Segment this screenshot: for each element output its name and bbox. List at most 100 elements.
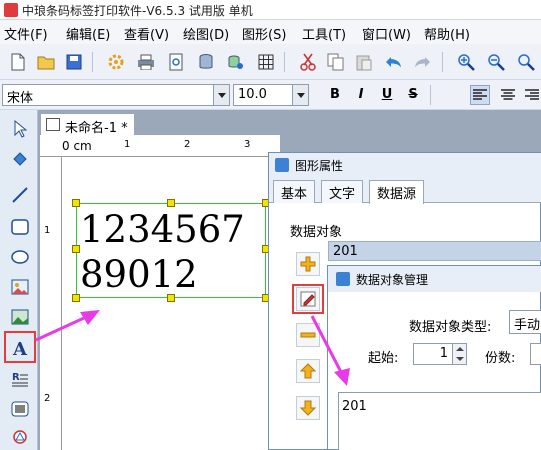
print-preview-icon[interactable] — [166, 52, 186, 72]
dialog-title-bar: 数据对象管理 — [328, 266, 541, 292]
document-icon — [46, 118, 60, 131]
tool-box: A R — [0, 110, 38, 450]
menu-view[interactable]: 查看(V) — [124, 24, 169, 43]
ruler-tick-label: 3 — [244, 139, 251, 150]
app-logo-icon — [4, 3, 18, 17]
dialog-app-icon — [336, 272, 350, 286]
strikethrough-button[interactable]: S — [404, 87, 422, 102]
align-left-icon[interactable] — [470, 85, 490, 105]
print-icon[interactable] — [136, 52, 156, 72]
start-label: 起始: — [368, 351, 399, 366]
align-center-icon[interactable] — [498, 85, 518, 105]
menu-window[interactable]: 窗口(W) — [362, 24, 411, 43]
zoom-out-icon[interactable] — [486, 52, 506, 72]
database-setting-icon[interactable] — [226, 52, 246, 72]
selection-handle[interactable] — [167, 294, 175, 302]
ellipse-tool-icon[interactable] — [9, 246, 31, 268]
zoom-in-icon[interactable] — [456, 52, 476, 72]
tab-datasource[interactable]: 数据源 — [369, 180, 425, 204]
title-bar: 中琅条码标签打印软件-V6.5.3 试用版 单机 — [0, 0, 541, 20]
settings-gear-icon[interactable] — [106, 52, 126, 72]
ruler-origin-label: 0 cm — [62, 139, 92, 153]
menu-bar: 文件(F) 编辑(E) 查看(V) 绘图(D) 图形(S) 工具(T) 窗口(W… — [0, 20, 541, 44]
add-data-object-button[interactable] — [296, 252, 320, 276]
document-tab-title: 未命名-1 * — [65, 121, 128, 136]
selection-handle[interactable] — [72, 294, 80, 302]
spin-arrows-icon[interactable] — [452, 344, 466, 364]
rectangle-tool-icon[interactable] — [9, 216, 31, 238]
menu-edit[interactable]: 编辑(E) — [66, 24, 110, 43]
save-icon[interactable] — [64, 52, 84, 72]
ruler-tick-label: 2 — [44, 393, 51, 404]
move-down-button[interactable] — [296, 396, 320, 420]
data-object-section-label: 数据对象 — [290, 225, 343, 240]
undo-icon[interactable] — [384, 52, 404, 72]
font-name-select[interactable]: 宋体 — [2, 84, 230, 106]
toolbar-separator — [442, 52, 443, 72]
image-tool-icon[interactable] — [9, 276, 31, 298]
window-title: 中琅条码标签打印软件-V6.5.3 试用版 单机 — [22, 4, 253, 18]
data-object-list-item[interactable]: 201 — [328, 241, 541, 261]
open-folder-icon[interactable] — [36, 52, 56, 72]
align-right-icon[interactable] — [522, 85, 541, 105]
main-toolbar — [0, 44, 541, 80]
data-object-type-value: 手动 — [514, 318, 541, 333]
paste-icon[interactable] — [354, 52, 374, 72]
menu-tools[interactable]: 工具(T) — [302, 24, 346, 43]
copies-label: 份数: — [485, 351, 516, 366]
data-object-type-select[interactable]: 手动 — [509, 310, 541, 334]
rich-text-tool-icon[interactable]: R — [9, 368, 31, 390]
toolbar-separator — [284, 52, 285, 72]
barcode-tool-icon[interactable] — [9, 398, 31, 420]
menu-draw[interactable]: 绘图(D) — [183, 24, 229, 43]
database-icon[interactable] — [196, 52, 216, 72]
copies-number-input[interactable] — [530, 343, 541, 365]
shape-tool-icon[interactable] — [9, 426, 31, 448]
new-file-icon[interactable] — [8, 52, 28, 72]
menu-help[interactable]: 帮助(H) — [424, 24, 470, 43]
grid-icon[interactable] — [256, 52, 276, 72]
line-tool-icon[interactable] — [9, 184, 31, 206]
ruler-tick-label: 1 — [124, 139, 131, 150]
horizontal-ruler: 0 cm 1 2 3 — [40, 135, 280, 157]
label-text-object[interactable]: 1234567 89012 — [80, 207, 270, 297]
dialog-title-bar: 图形属性 — [269, 153, 541, 177]
italic-button[interactable]: I — [352, 87, 370, 102]
selection-handle[interactable] — [72, 245, 80, 253]
data-content-textarea[interactable]: 201 — [338, 392, 541, 450]
cut-icon[interactable] — [298, 52, 318, 72]
toolbar-separator — [430, 85, 431, 105]
dialog-title: 图形属性 — [295, 159, 344, 173]
start-number-input[interactable]: 1 — [413, 343, 467, 365]
move-up-button[interactable] — [296, 359, 320, 383]
menu-shape[interactable]: 图形(S) — [242, 24, 286, 43]
ruler-tick-label: 2 — [184, 139, 191, 150]
remove-data-object-button[interactable] — [296, 323, 320, 347]
dialog-title: 数据对象管理 — [356, 273, 429, 287]
data-content-value: 201 — [342, 399, 367, 414]
tab-text[interactable]: 文字 — [321, 180, 364, 203]
copy-icon[interactable] — [326, 52, 346, 72]
document-tab[interactable]: 未命名-1 * — [40, 113, 135, 136]
toolbar-separator — [92, 52, 93, 72]
selection-handle[interactable] — [167, 199, 175, 207]
zoom-fit-icon[interactable] — [516, 52, 536, 72]
pan-hand-icon[interactable] — [9, 148, 31, 170]
tab-basic[interactable]: 基本 — [273, 180, 316, 203]
dialog-tabs: 基本 文字 数据源 — [269, 177, 541, 204]
menu-file[interactable]: 文件(F) — [4, 24, 48, 43]
font-size-select[interactable]: 10.0 — [233, 84, 309, 106]
selection-handle[interactable] — [72, 199, 80, 207]
bold-button[interactable]: B — [326, 87, 344, 102]
font-size-value: 10.0 — [238, 87, 267, 102]
chevron-down-icon[interactable] — [292, 85, 308, 105]
picture-tool-icon[interactable] — [9, 306, 31, 328]
edit-button-highlight-box — [292, 284, 324, 314]
underline-button[interactable]: U — [378, 87, 396, 102]
select-pointer-icon[interactable] — [9, 118, 31, 140]
data-object-manager-dialog: 数据对象管理 数据对象类型: 手动 起始: 1 份数: 201 — [327, 265, 541, 450]
redo-icon[interactable] — [412, 52, 432, 72]
font-name-value: 宋体 — [7, 91, 34, 106]
data-object-type-label: 数据对象类型: — [409, 320, 492, 335]
chevron-down-icon[interactable] — [213, 85, 229, 105]
